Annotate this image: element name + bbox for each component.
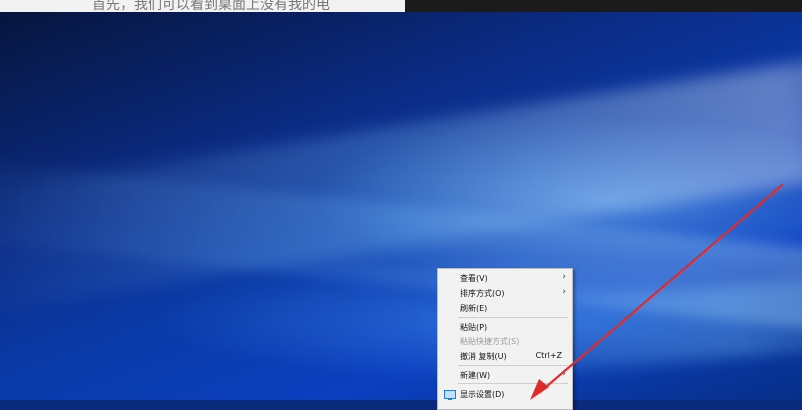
menu-item-label: 显示设置(D) — [460, 390, 505, 399]
menu-item-display-settings[interactable]: 显示设置(D) — [438, 387, 572, 401]
menu-item-shortcut: Ctrl+Z — [535, 351, 562, 360]
menu-item-paste[interactable]: 粘贴(P) — [438, 320, 572, 334]
cropped-article-text-area: 首先，我们可以看到桌面上没有我的电 — [0, 0, 405, 12]
menu-item-sort-by[interactable]: 排序方式(O) › — [438, 286, 572, 300]
menu-item-label: 查看(V) — [460, 274, 488, 283]
display-settings-icon — [444, 390, 456, 400]
menu-item-label: 刷新(E) — [460, 304, 488, 313]
chevron-right-icon: › — [562, 287, 566, 297]
menu-item-paste-shortcut[interactable]: 粘贴快捷方式(S) — [438, 334, 572, 348]
menu-item-refresh[interactable]: 刷新(E) — [438, 301, 572, 315]
chevron-right-icon: › — [562, 272, 566, 282]
top-page-strip: 首先，我们可以看到桌面上没有我的电 — [0, 0, 802, 12]
desktop-context-menu[interactable]: 查看(V) › 排序方式(O) › 刷新(E) 粘贴(P) 粘贴快捷方式(S) … — [437, 268, 573, 410]
desktop-background[interactable] — [0, 0, 802, 400]
menu-item-label: 粘贴快捷方式(S) — [460, 337, 520, 346]
menu-item-view[interactable]: 查看(V) › — [438, 271, 572, 285]
menu-item-label: 新建(W) — [460, 371, 491, 380]
menu-separator — [458, 383, 568, 384]
menu-item-label: 粘贴(P) — [460, 323, 488, 332]
menu-separator — [458, 317, 568, 318]
menu-item-new[interactable]: 新建(W) › — [438, 368, 572, 382]
cropped-article-text: 首先，我们可以看到桌面上没有我的电 — [92, 0, 330, 12]
chevron-right-icon: › — [562, 369, 566, 379]
menu-item-label: 排序方式(O) — [460, 289, 505, 298]
menu-separator — [458, 365, 568, 366]
menu-item-label: 撤消 复制(U) — [460, 352, 507, 361]
menu-item-undo-copy[interactable]: 撤消 复制(U) Ctrl+Z — [438, 349, 572, 363]
